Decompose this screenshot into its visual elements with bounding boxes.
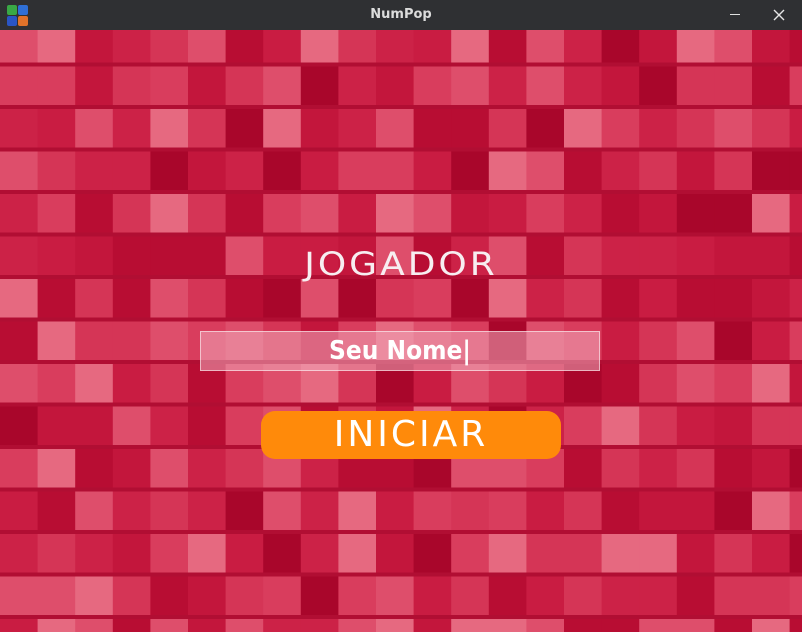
start-button[interactable]: INICIAR	[261, 411, 561, 459]
title-bar[interactable]: NumPop	[0, 0, 802, 30]
app-window: NumPop JOGADOR INICIAR	[0, 0, 802, 632]
close-icon	[773, 9, 785, 21]
player-heading: JOGADOR	[304, 246, 498, 283]
minimize-button[interactable]	[720, 0, 750, 30]
player-name-input[interactable]	[200, 331, 600, 371]
minimize-icon	[730, 14, 740, 15]
close-button[interactable]	[764, 0, 794, 30]
game-screen: JOGADOR INICIAR	[0, 30, 802, 632]
window-title: NumPop	[370, 7, 432, 22]
